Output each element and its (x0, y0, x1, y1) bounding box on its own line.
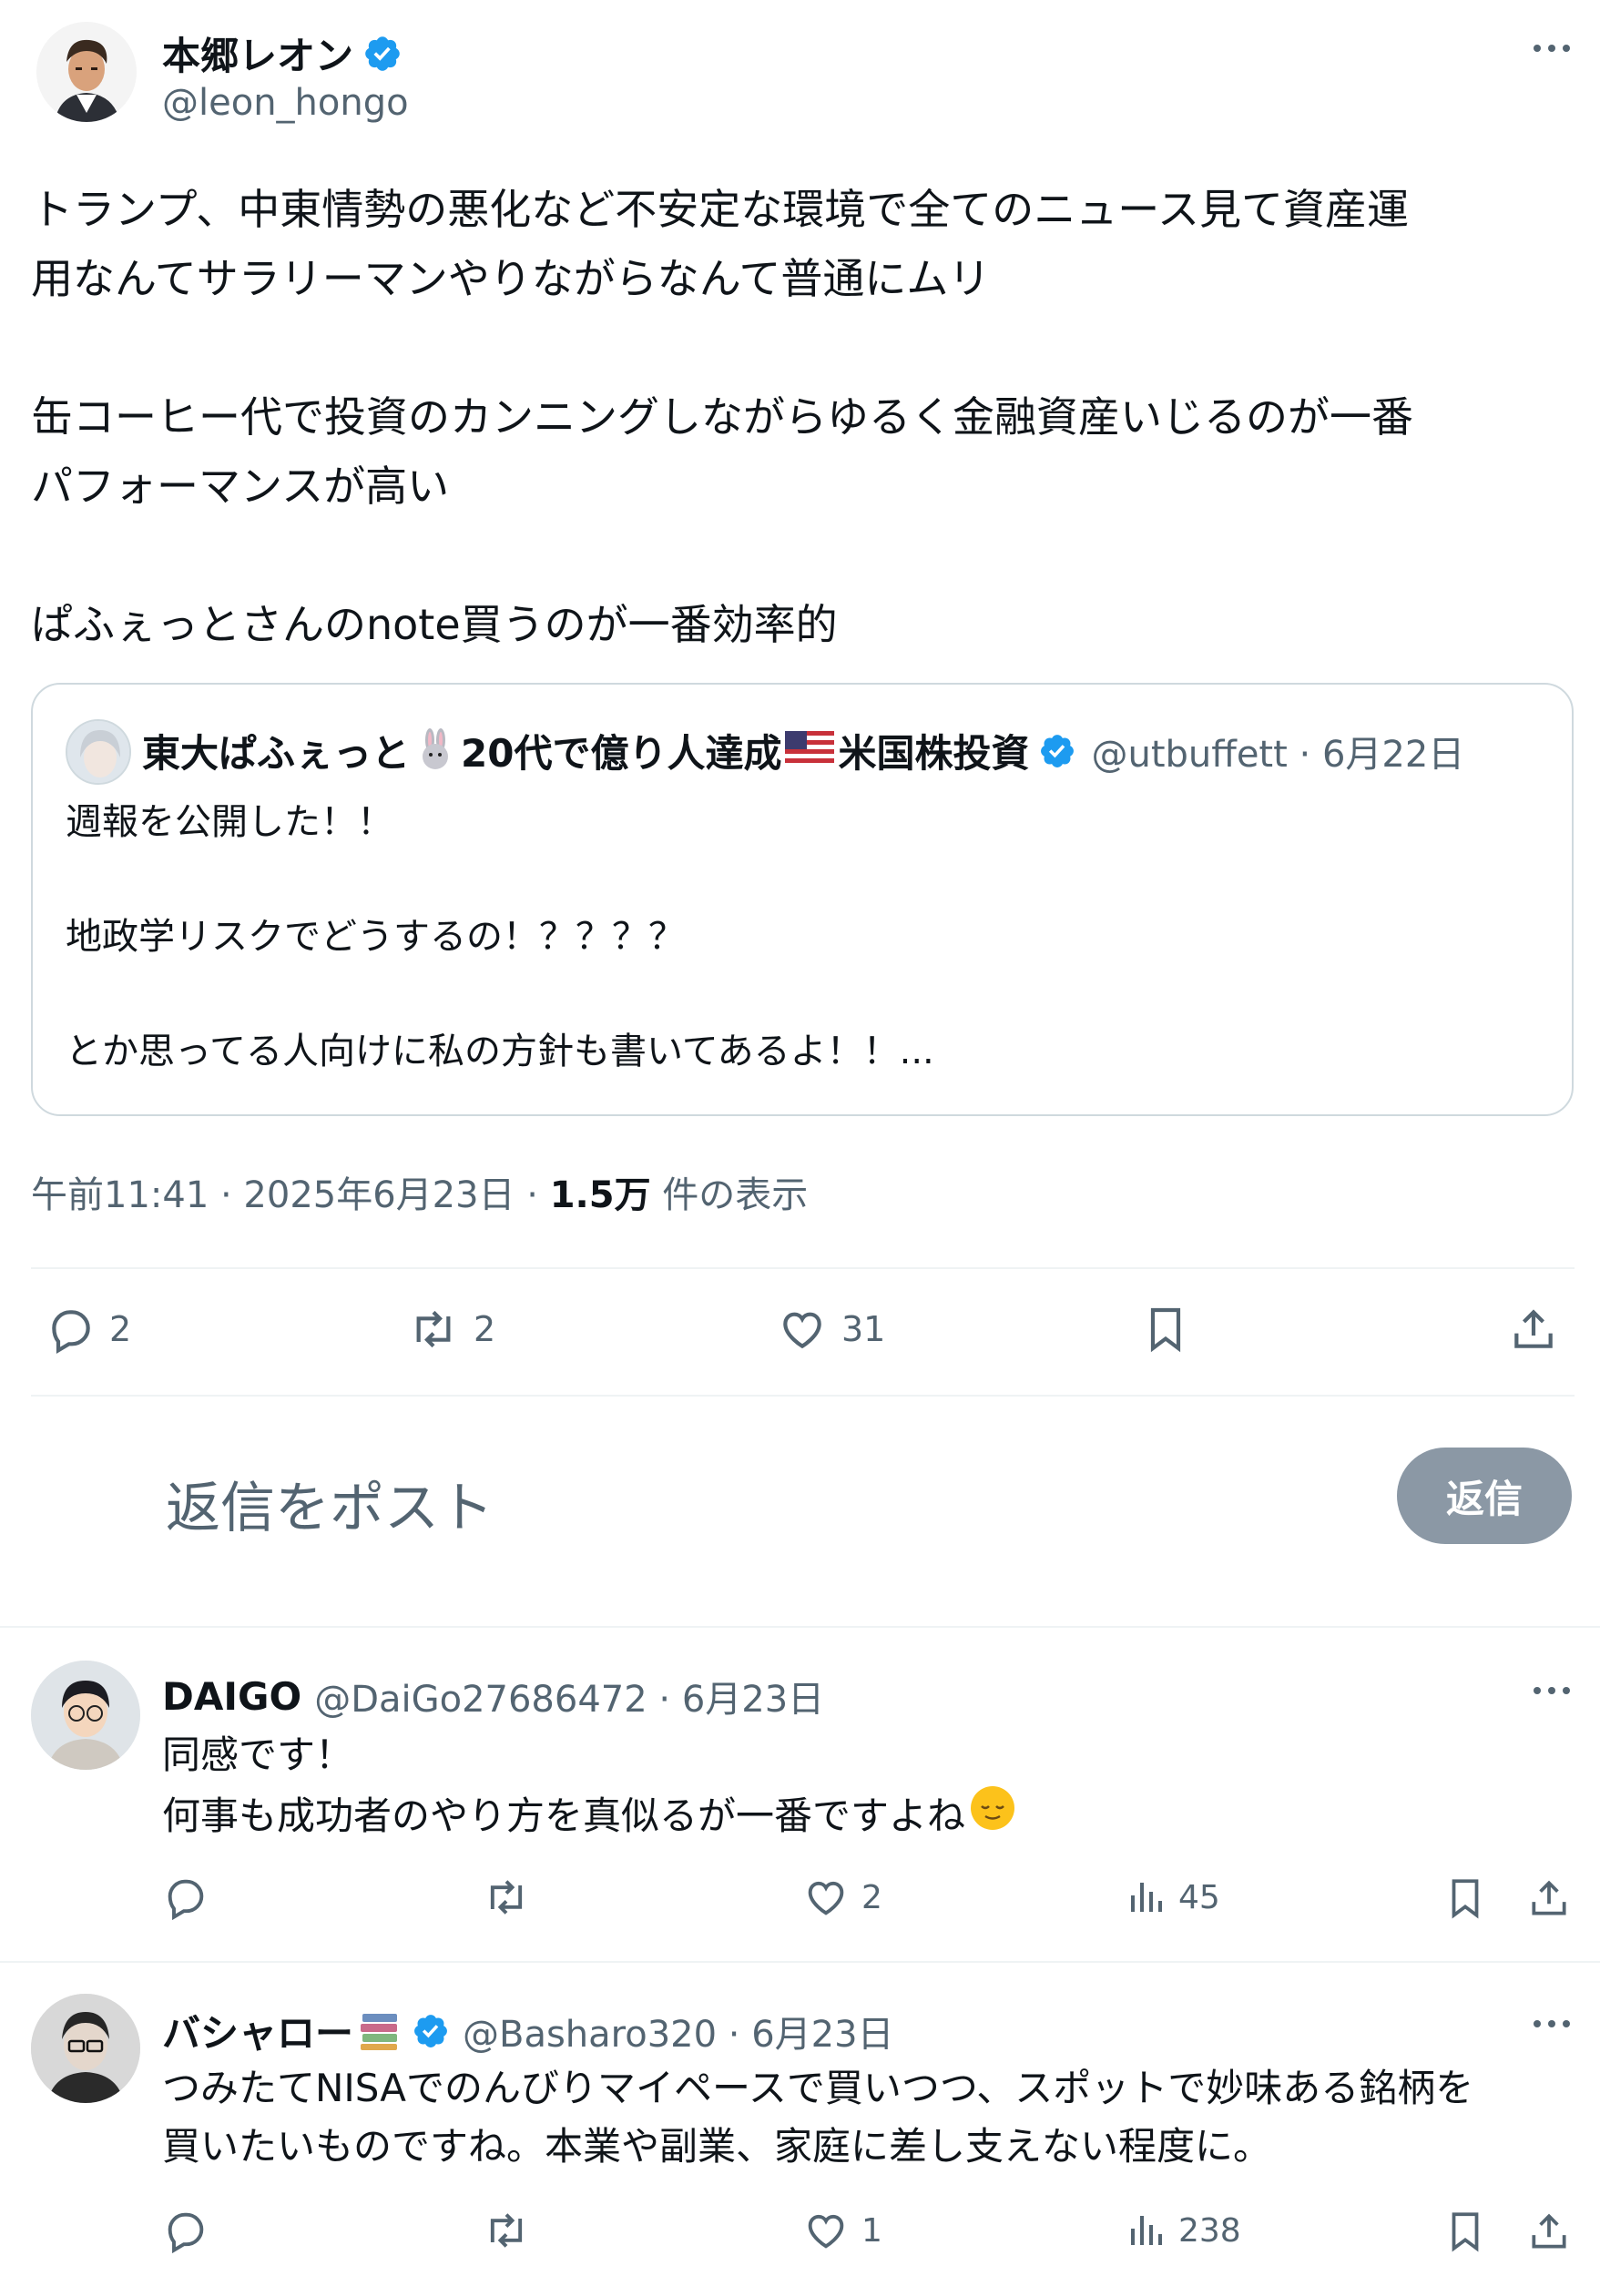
retweet-action[interactable] (481, 2207, 532, 2254)
post-timestamp[interactable]: 午前11:41 · 2025年6月23日 · (31, 1174, 550, 1216)
more-dots-icon[interactable] (1526, 35, 1577, 62)
bookmark-icon[interactable] (1140, 1302, 1191, 1356)
reply-line: つみたてNISAでのんびりマイペースで買いつつ、スポットで妙味ある銘柄を (162, 2066, 1474, 2110)
reply-line: 同感です！ (162, 1732, 354, 1777)
view-count: 45 (1178, 1878, 1220, 1916)
verified-badge-icon (412, 2012, 450, 2050)
more-dots-icon[interactable] (1526, 1677, 1577, 1704)
post-line (31, 521, 1579, 590)
reply-submit-button[interactable]: 返信 (1397, 1448, 1572, 1544)
reply-avatar[interactable] (31, 1994, 140, 2103)
heart-icon (776, 1304, 829, 1355)
views-chart-icon (1124, 1874, 1167, 1921)
like-count: 1 (861, 2211, 882, 2250)
post-line: トランプ、中東情勢の悪化など不安定な環境で全てのニュース見て資産運 (31, 185, 1409, 234)
reply-line: 何事も成功者のやり方を真似るが一番ですよね (162, 1793, 966, 1838)
like-count: 31 (841, 1309, 886, 1349)
quote-author-name-part[interactable]: 米国株投資 (838, 723, 1029, 778)
retweet-icon (481, 2207, 532, 2254)
share-icon[interactable] (1526, 1874, 1572, 1923)
quote-author-avatar[interactable] (66, 719, 131, 785)
quote-author-name[interactable]: 東大ぱふぇっと (142, 723, 410, 778)
view-count: 1.5万 (549, 1174, 651, 1216)
share-icon[interactable] (1526, 2207, 1572, 2256)
views-action[interactable]: 238 (1124, 2207, 1241, 2254)
reply-author-name[interactable]: DAIGO (162, 1674, 301, 1719)
reply-input[interactable]: 返信をポスト (166, 1464, 494, 1543)
retweet-action[interactable] (481, 1874, 532, 1921)
reply-avatar[interactable] (31, 1661, 140, 1770)
author-name[interactable]: 本郷レオン (162, 25, 353, 81)
heart-icon (801, 2207, 851, 2254)
reply-icon (46, 1304, 97, 1355)
reply-icon (162, 1874, 209, 1921)
post-line: 用なんてサラリーマンやりながらなんて普通にムリ (31, 254, 991, 303)
reply-author-name[interactable]: バシャロー (162, 2003, 353, 2058)
more-dots-icon[interactable] (1526, 2010, 1577, 2037)
view-count: 238 (1178, 2211, 1241, 2250)
quote-line: とか思ってる人向けに私の方針も書いてあるよ！！... (66, 1031, 934, 1072)
retweet-icon (481, 1874, 532, 1921)
like-action[interactable]: 31 (776, 1304, 885, 1355)
retweet-icon (406, 1304, 461, 1355)
reply-action[interactable] (162, 1874, 209, 1921)
author-avatar[interactable] (36, 22, 137, 122)
like-count: 2 (861, 1878, 882, 1916)
view-count-label: 件の表示 (650, 1174, 809, 1216)
reply-handle-date[interactable]: @DaiGo27686472 · 6月23日 (314, 1670, 824, 1722)
divider (0, 1961, 1600, 1963)
author-handle[interactable]: @leon_hongo (162, 82, 409, 124)
like-action[interactable]: 2 (801, 1874, 882, 1921)
post-line: ぱふぇっとさんのnote買うのが一番効率的 (31, 600, 838, 649)
retweet-action[interactable]: 2 (406, 1304, 495, 1355)
reply-line: 買いたいものですね。本業や副業、家庭に差し支えない程度に。 (162, 2124, 1272, 2169)
divider (31, 1267, 1575, 1269)
retweet-count: 2 (474, 1309, 496, 1349)
books-emoji-icon (357, 2006, 403, 2056)
quote-line: 週報を公開した！！ (66, 801, 393, 843)
post-line (31, 313, 1579, 382)
quote-line (66, 966, 1523, 1023)
like-action[interactable]: 1 (801, 2207, 882, 2254)
relieved-face-emoji-icon (969, 1784, 1016, 1848)
share-icon[interactable] (1508, 1302, 1559, 1356)
views-action[interactable]: 45 (1124, 1874, 1220, 1921)
reply-count: 2 (109, 1309, 132, 1349)
quote-line: 地政学リスクでどうするの！？？？？ (66, 916, 685, 958)
verified-badge-icon (1038, 732, 1076, 770)
reply-handle-date[interactable]: @Basharo320 · 6月23日 (463, 2005, 894, 2057)
us-flag-icon (785, 730, 835, 771)
bookmark-icon[interactable] (1442, 1874, 1488, 1923)
reply-action[interactable]: 2 (46, 1304, 131, 1355)
quote-handle-date[interactable]: @utbuffett · 6月22日 (1091, 725, 1464, 777)
post-body: トランプ、中東情勢の悪化など不安定な環境で全てのニュース見て資産運 用なんてサラ… (31, 175, 1579, 659)
quote-body: 週報を公開した！！ 地政学リスクでどうするの！？？？？ とか思ってる人向けに私の… (66, 794, 1523, 1081)
reply-icon (162, 2207, 209, 2254)
reply-action[interactable] (162, 2207, 209, 2254)
rabbit-emoji-icon (413, 727, 457, 775)
views-chart-icon (1124, 2207, 1167, 2254)
bookmark-icon[interactable] (1442, 2207, 1488, 2256)
reply-body: つみたてNISAでのんびりマイペースで買いつつ、スポットで妙味ある銘柄を 買いた… (162, 2059, 1473, 2176)
reply-body: 同感です！ 何事も成功者のやり方を真似るが一番ですよね (162, 1726, 1016, 1848)
divider (31, 1395, 1575, 1397)
quote-author-name-part[interactable]: 20代で億り人達成 (461, 723, 781, 778)
verified-badge-icon (362, 34, 403, 74)
post-meta: 午前11:41 · 2025年6月23日 · 1.5万 件の表示 (31, 1165, 808, 1218)
quote-line (66, 851, 1523, 909)
heart-icon (801, 1874, 851, 1921)
divider (0, 1626, 1600, 1628)
post-line: 缶コーヒー代で投資のカンニングしながらゆるく金融資産いじるのが一番 (31, 392, 1413, 442)
post-line: パフォーマンスが高い (31, 462, 450, 511)
